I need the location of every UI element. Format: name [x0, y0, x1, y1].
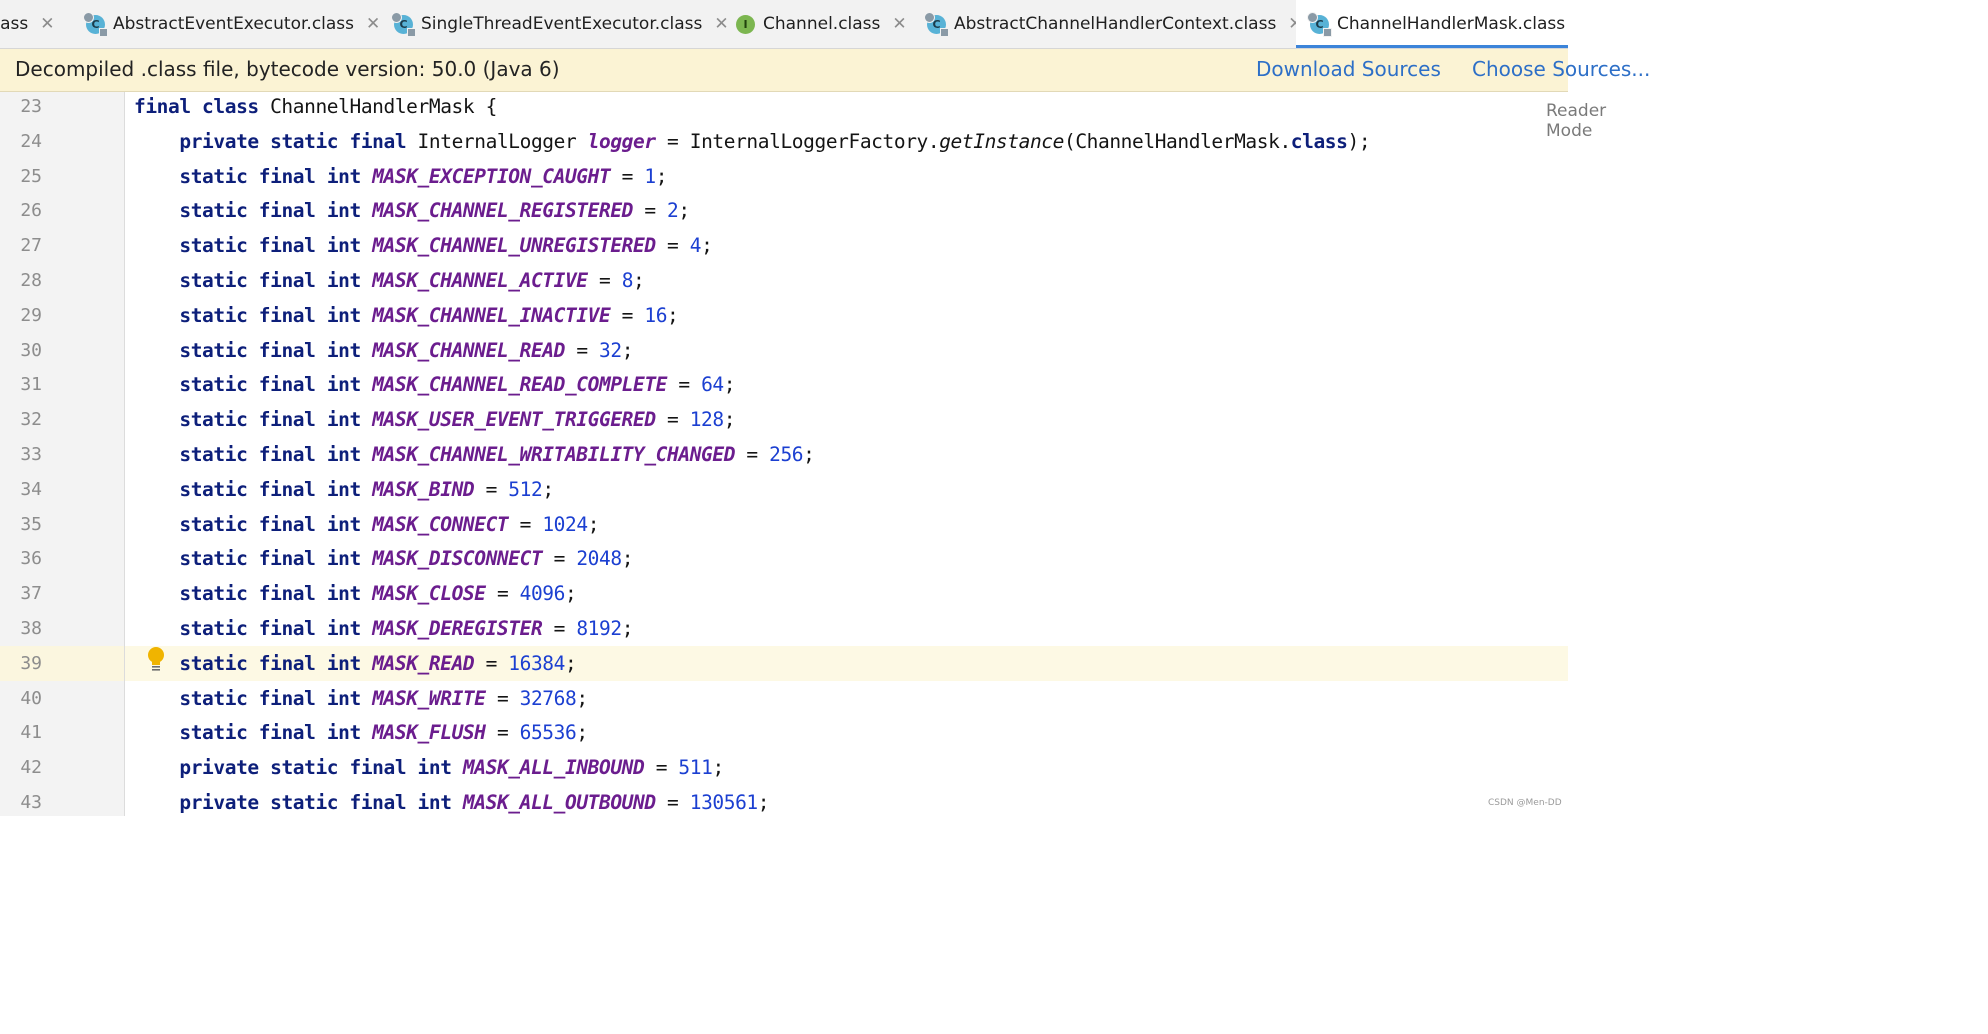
interface-file-icon: I — [736, 14, 755, 34]
tab-label: AbstractEventExecutor.class — [113, 14, 355, 34]
tab-5-active[interactable]: C ChannelHandlerMask.class ✕ — [1296, 0, 1568, 48]
reader-mode-toggle[interactable]: Reader Mode — [1546, 101, 1606, 141]
line-number: 41 — [20, 722, 42, 744]
line-number: 23 — [20, 96, 42, 117]
class-file-icon: C — [924, 11, 949, 37]
decompiled-notification-banner: Decompiled .class file, bytecode version… — [0, 49, 1650, 92]
line-number: 31 — [20, 374, 42, 396]
tab-4[interactable]: C AbstractChannelHandlerContext.class ✕ — [924, 0, 1303, 48]
code-line: static final int MASK_EXCEPTION_CAUGHT =… — [179, 164, 668, 188]
code-line: static final int MASK_BIND = 512; — [179, 477, 554, 501]
code-line: static final int MASK_DISCONNECT = 2048; — [179, 547, 634, 571]
code-line: static final int MASK_CHANNEL_READ_COMPL… — [179, 373, 736, 397]
line-number: 30 — [20, 339, 42, 361]
tab-label: AbstractChannelHandlerContext.class — [954, 14, 1277, 34]
line-number: 33 — [20, 444, 42, 465]
banner-message: Decompiled .class file, bytecode version… — [15, 57, 560, 81]
code-line: static final int MASK_CHANNEL_REGISTERED… — [179, 199, 690, 223]
tab-label: class — [0, 14, 29, 34]
choose-sources-link[interactable]: Choose Sources... — [1472, 57, 1650, 81]
code-line: static final int MASK_CHANNEL_INACTIVE =… — [179, 303, 679, 327]
line-number: 36 — [20, 548, 42, 570]
code-line: static final int MASK_CLOSE = 4096; — [179, 582, 577, 606]
class-file-icon: C — [391, 11, 416, 37]
line-number: 39 — [20, 652, 42, 674]
close-icon[interactable]: ✕ — [714, 14, 728, 34]
line-number: 34 — [20, 478, 42, 500]
line-number: 35 — [20, 513, 42, 535]
line-number: 32 — [20, 409, 42, 431]
line-number: 27 — [20, 235, 42, 257]
code-line: static final int MASK_READ = 16384; — [179, 651, 577, 675]
code-line: static final int MASK_CHANNEL_READ = 32; — [179, 338, 634, 362]
code-line: private static final int MASK_ALL_OUTBOU… — [179, 791, 770, 814]
tab-label: ChannelHandlerMask.class — [1337, 14, 1566, 34]
close-icon[interactable]: ✕ — [40, 14, 54, 34]
code-line: static final int MASK_USER_EVENT_TRIGGER… — [179, 408, 736, 432]
tab-1[interactable]: C AbstractEventExecutor.class ✕ — [83, 0, 380, 48]
tab-0[interactable]: class ✕ — [0, 0, 54, 48]
editor-tab-bar: class ✕ C AbstractEventExecutor.class ✕ … — [0, 0, 1568, 49]
line-number: 28 — [20, 270, 42, 291]
close-icon[interactable]: ✕ — [892, 14, 906, 34]
line-number: 37 — [20, 583, 42, 605]
line-number: 40 — [20, 687, 42, 709]
tab-3[interactable]: I Channel.class ✕ — [736, 0, 907, 48]
line-number: 26 — [20, 200, 42, 222]
code-line: private static final int MASK_ALL_INBOUN… — [179, 756, 724, 780]
class-file-icon: C — [83, 11, 108, 37]
line-number: 25 — [20, 165, 42, 187]
tab-label: Channel.class — [763, 14, 881, 34]
code-line: static final int MASK_CONNECT = 1024; — [179, 512, 600, 536]
code-line: static final int MASK_WRITE = 32768; — [179, 686, 588, 710]
code-line: static final int MASK_CHANNEL_WRITABILIT… — [179, 443, 815, 466]
class-file-icon: C — [1307, 11, 1332, 37]
code-line: static final int MASK_CHANNEL_ACTIVE = 8… — [179, 269, 645, 292]
close-icon[interactable]: ✕ — [366, 14, 380, 34]
tab-2[interactable]: C SingleThreadEventExecutor.class ✕ — [391, 0, 729, 48]
watermark: CSDN @Men-DD — [1488, 798, 1562, 808]
code-line: final class ChannelHandlerMask { — [134, 95, 497, 118]
line-number: 24 — [20, 130, 42, 152]
line-number: 29 — [20, 304, 42, 326]
line-number: 42 — [20, 757, 42, 779]
code-line: private static final InternalLogger logg… — [179, 129, 1371, 153]
code-line: static final int MASK_CHANNEL_UNREGISTER… — [179, 234, 713, 258]
code-line: static final int MASK_DEREGISTER = 8192; — [179, 617, 634, 640]
line-number: 38 — [20, 618, 42, 639]
lightbulb-icon[interactable] — [146, 646, 166, 672]
tab-label: SingleThreadEventExecutor.class — [421, 14, 703, 34]
download-sources-link[interactable]: Download Sources — [1256, 57, 1441, 81]
code-line: static final int MASK_FLUSH = 65536; — [179, 721, 588, 745]
line-number: 43 — [20, 792, 42, 813]
